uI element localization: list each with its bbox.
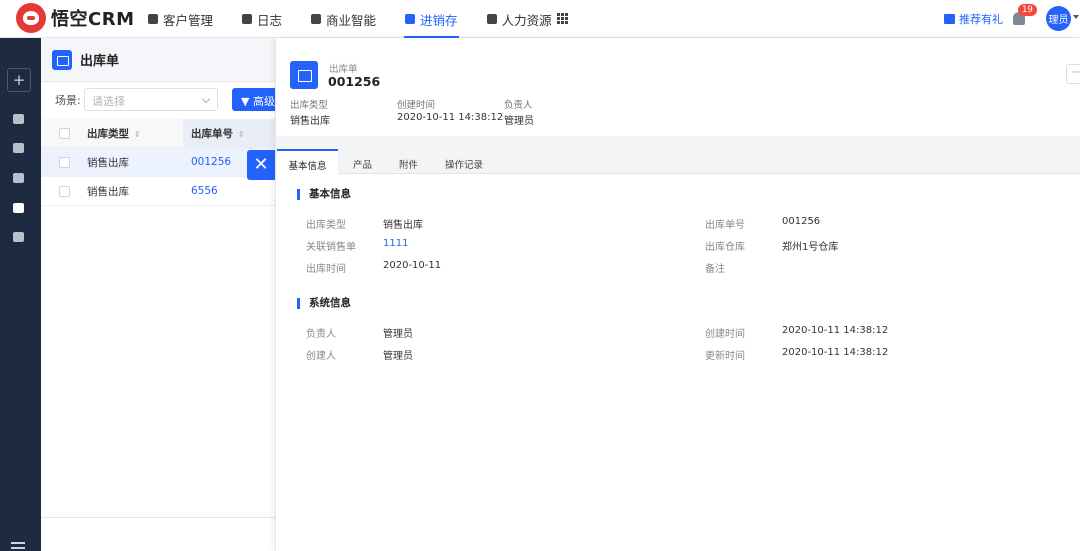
- related-sales-order-link[interactable]: 1111: [383, 238, 408, 249]
- summary-value: 2020-10-11 14:38:12: [397, 112, 504, 123]
- field-label: 更新时间: [705, 351, 745, 362]
- table-header-row: 出库类型 ⇕ 出库单号 ⇕: [41, 119, 275, 148]
- logo[interactable]: 悟空CRM: [16, 3, 134, 33]
- detail-number: 001256: [328, 74, 381, 89]
- tag-icon[interactable]: [13, 173, 24, 183]
- outbound-list-panel: 出库单 场景: 请选择 ▼ 高级 出库类型 ⇕ 出库单号 ⇕ 销售出库 001256…: [41, 38, 275, 551]
- field-label: 关联销售单: [306, 242, 356, 253]
- field-value: 001256: [782, 216, 821, 227]
- main-nav: 客户管理 日志 商业智能 进销存 人力资源: [148, 0, 581, 38]
- cell-number-link[interactable]: 001256: [191, 156, 231, 168]
- summary-label: 出库类型: [290, 100, 329, 111]
- advanced-filter-button[interactable]: ▼ 高级: [232, 88, 275, 111]
- archive-icon[interactable]: [13, 203, 24, 213]
- cart-icon[interactable]: [13, 114, 24, 124]
- field-value: 郑州1号仓库: [782, 242, 839, 253]
- collapse-menu-icon[interactable]: [11, 542, 25, 551]
- row-checkbox[interactable]: [59, 156, 70, 168]
- log-icon: [242, 14, 253, 24]
- summary-label: 负责人: [504, 100, 533, 111]
- detail-panel: 出库单 001256 ··· 出库类型 销售出库 创建时间 2020-10-11…: [275, 38, 1080, 551]
- inventory-icon: [405, 14, 416, 24]
- tab-basic-info[interactable]: 基本信息: [277, 149, 338, 175]
- field-value: 2020-10-11 14:38:12: [782, 325, 889, 336]
- field-label: 出库仓库: [705, 242, 745, 253]
- report-icon[interactable]: [13, 232, 24, 242]
- outbound-order-icon: [290, 61, 318, 89]
- section-title-system: 系统信息: [297, 298, 351, 309]
- table-row[interactable]: 销售出库 6556: [41, 177, 275, 206]
- outbound-order-icon: [52, 49, 72, 70]
- cell-type: 销售出库: [87, 185, 129, 198]
- nav-item-label: 进销存: [420, 12, 458, 28]
- summary-value: 销售出库: [290, 116, 330, 127]
- bi-icon: [311, 14, 322, 24]
- field-value: 销售出库: [383, 220, 423, 231]
- close-icon: ✕: [253, 154, 269, 175]
- field-label: 出库时间: [306, 264, 346, 275]
- referral-gift-link[interactable]: 推荐有礼: [944, 11, 1003, 27]
- chevron-down-icon[interactable]: [1073, 15, 1079, 19]
- advanced-filter-label: 高级: [252, 95, 275, 108]
- apps-grid-icon[interactable]: [557, 13, 568, 24]
- scene-label: 场景:: [55, 94, 81, 107]
- tab-attachments[interactable]: 附件: [399, 149, 418, 175]
- list-footer-divider: [41, 517, 275, 518]
- cell-type: 销售出库: [87, 156, 129, 169]
- nav-item-label: 客户管理: [163, 12, 214, 28]
- field-label: 出库类型: [306, 220, 346, 231]
- nav-item-bi[interactable]: 商业智能: [311, 0, 376, 38]
- gift-icon: [944, 14, 955, 24]
- table-row[interactable]: 销售出库 001256: [41, 148, 275, 177]
- notification-badge: 19: [1018, 4, 1037, 16]
- section-title-basic: 基本信息: [297, 189, 351, 200]
- field-label: 创建人: [306, 351, 336, 362]
- scene-select[interactable]: 请选择: [84, 88, 218, 111]
- gift-label: 推荐有礼: [959, 13, 1003, 26]
- summary-label: 创建时间: [397, 100, 436, 111]
- close-detail-button[interactable]: ✕: [247, 150, 275, 180]
- logo-text: 悟空CRM: [51, 9, 135, 30]
- column-header-number[interactable]: 出库单号 ⇕: [191, 126, 245, 141]
- summary-value: 管理员: [504, 116, 534, 127]
- nav-item-log[interactable]: 日志: [242, 0, 282, 38]
- sort-icon[interactable]: ⇕: [134, 130, 141, 139]
- top-navbar: 悟空CRM 客户管理 日志 商业智能 进销存 人力资源 推荐有礼 19 理员: [0, 0, 1080, 38]
- outbound-table: 出库类型 ⇕ 出库单号 ⇕ 销售出库 001256 销售出库 6556: [41, 119, 275, 206]
- detail-type-label: 出库单: [329, 64, 358, 75]
- left-sidebar: +: [0, 38, 41, 551]
- hr-icon: [486, 14, 497, 24]
- tab-products[interactable]: 产品: [353, 149, 372, 175]
- nav-item-label: 商业智能: [326, 12, 377, 28]
- field-label: 出库单号: [705, 220, 745, 231]
- box-icon[interactable]: [13, 143, 24, 153]
- list-header: 出库单: [41, 38, 275, 82]
- field-value: 管理员: [383, 329, 413, 340]
- detail-tabs: [276, 136, 1080, 174]
- sort-icon[interactable]: ⇕: [238, 130, 245, 139]
- field-label: 负责人: [306, 329, 336, 340]
- field-label: 创建时间: [705, 329, 745, 340]
- row-checkbox[interactable]: [59, 185, 70, 197]
- cell-number-link[interactable]: 6556: [191, 185, 218, 197]
- tab-operation-log[interactable]: 操作记录: [445, 149, 483, 175]
- monkey-logo-icon: [16, 3, 46, 33]
- nav-item-label: 日志: [257, 12, 283, 28]
- list-title: 出库单: [80, 54, 120, 69]
- more-button[interactable]: ···: [1066, 64, 1080, 84]
- scene-placeholder: 请选择: [92, 95, 125, 108]
- field-value: 管理员: [383, 351, 413, 362]
- nav-item-customer[interactable]: 客户管理: [148, 0, 213, 38]
- nav-item-hr[interactable]: 人力资源: [486, 0, 552, 38]
- add-button[interactable]: +: [7, 68, 31, 92]
- select-all-checkbox[interactable]: [59, 127, 70, 139]
- avatar[interactable]: 理员: [1046, 6, 1071, 31]
- nav-item-label: 人力资源: [501, 12, 552, 28]
- customer-icon: [148, 14, 158, 24]
- field-value: 2020-10-11: [383, 260, 442, 271]
- field-label: 备注: [705, 264, 725, 275]
- nav-item-inventory[interactable]: 进销存: [404, 0, 459, 38]
- column-header-type[interactable]: 出库类型 ⇕: [87, 126, 141, 141]
- field-value: 2020-10-11 14:38:12: [782, 347, 889, 358]
